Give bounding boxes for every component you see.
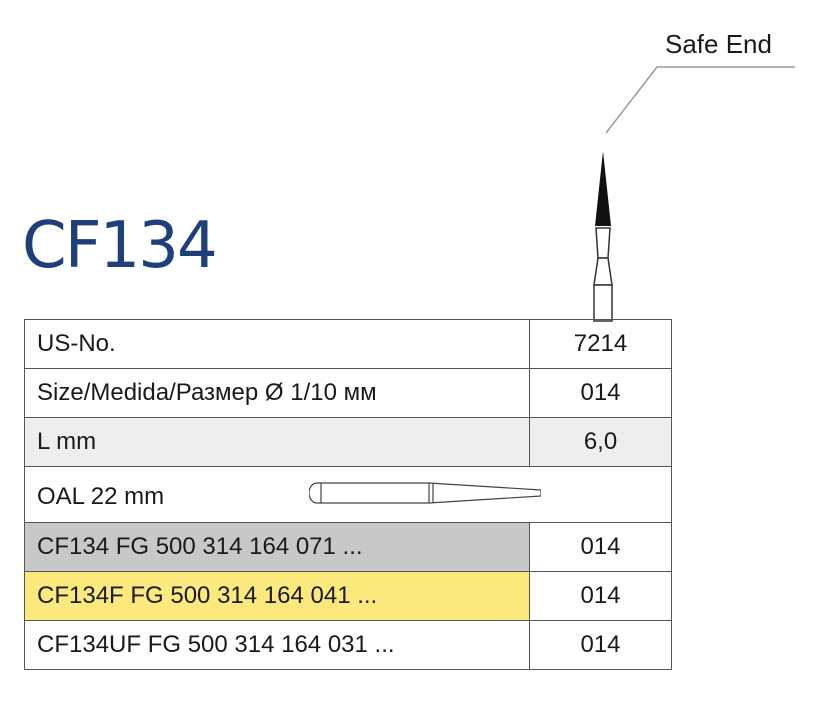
bur-drawing xyxy=(593,66,795,322)
table-row: L mm 6,0 xyxy=(24,417,672,467)
length-value: 6,0 xyxy=(529,417,672,467)
table-row: US-No. 7214 xyxy=(24,319,672,369)
table-row: CF134F FG 500 314 164 041 ... 014 xyxy=(24,571,672,621)
bur-profile-icon xyxy=(593,151,613,322)
variant-cf134uf-value: 014 xyxy=(529,620,672,670)
variant-cf134f-value: 014 xyxy=(529,571,672,621)
variant-cf134-label: CF134 FG 500 314 164 071 ... xyxy=(24,522,530,572)
table-row: Size/Medida/Размер Ø 1/10 мм 014 xyxy=(24,368,672,418)
variant-cf134-value: 014 xyxy=(529,522,672,572)
size-label: Size/Medida/Размер Ø 1/10 мм xyxy=(24,368,530,418)
length-label: L mm xyxy=(24,417,530,467)
us-no-label: US-No. xyxy=(24,319,530,369)
variant-cf134f-label: CF134F FG 500 314 164 041 ... xyxy=(24,571,530,621)
size-value: 014 xyxy=(529,368,672,418)
table-row: CF134UF FG 500 314 164 031 ... 014 xyxy=(24,620,672,670)
table-row: CF134 FG 500 314 164 071 ... 014 xyxy=(24,522,672,572)
us-no-value: 7214 xyxy=(529,319,672,369)
variant-cf134uf-label: CF134UF FG 500 314 164 031 ... xyxy=(24,620,530,670)
shank-outline-icon xyxy=(309,482,541,504)
oal-label: OAL 22 mm xyxy=(37,483,165,510)
oal-cell: OAL 22 mm xyxy=(24,466,672,523)
callout-line-diagonal xyxy=(605,66,658,134)
table-row: OAL 22 mm xyxy=(24,466,672,523)
spec-table: US-No. 7214 Size/Medida/Размер Ø 1/10 мм… xyxy=(24,319,672,670)
